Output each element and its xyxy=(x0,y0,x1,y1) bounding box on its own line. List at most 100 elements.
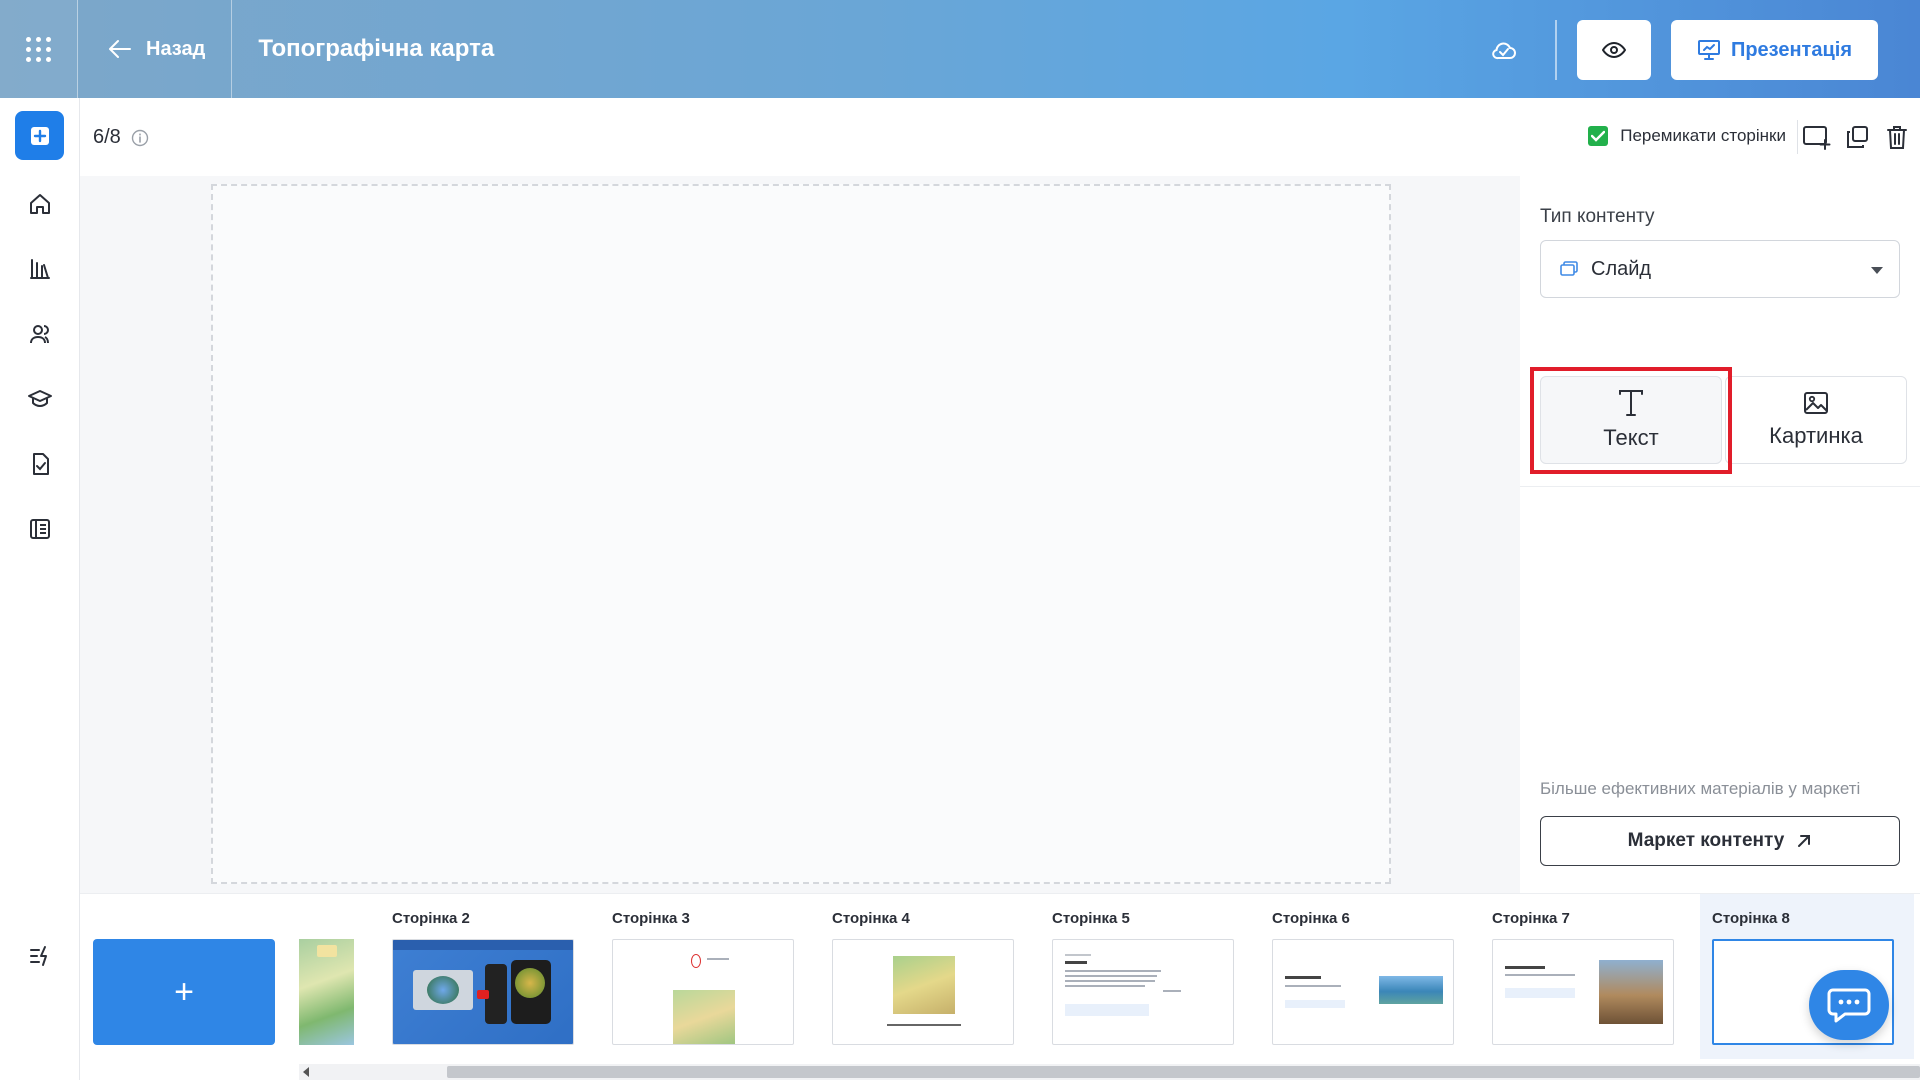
page-thumbnail[interactable] xyxy=(612,939,794,1045)
thumb-text-line xyxy=(1065,985,1145,987)
map-image xyxy=(673,990,735,1044)
content-type-value: Слайд xyxy=(1591,257,1652,280)
thumb-note-box xyxy=(1065,1004,1149,1016)
presentation-label: Презентація xyxy=(1730,38,1852,61)
library-icon xyxy=(30,259,50,279)
scrollbar-thumb[interactable] xyxy=(447,1066,1920,1078)
thumb-note-box xyxy=(1285,1000,1345,1008)
document-check-icon xyxy=(33,453,49,475)
header-divider xyxy=(1554,20,1557,80)
sidebar-item-library[interactable] xyxy=(26,255,54,283)
support-chat-button[interactable] xyxy=(1809,970,1889,1040)
thumb-text-line xyxy=(1065,970,1161,972)
delete-button[interactable] xyxy=(1882,122,1912,152)
sidebar-item-tasks[interactable] xyxy=(26,450,54,478)
arrow-left-icon xyxy=(109,40,131,58)
switch-pages-label: Перемикати сторінки xyxy=(1620,126,1786,145)
page-thumbnail[interactable] xyxy=(1492,939,1674,1045)
content-market-button[interactable]: Маркет контенту xyxy=(1540,816,1900,866)
copy-icon xyxy=(1847,126,1868,148)
trash-icon xyxy=(1887,126,1907,149)
create-button[interactable] xyxy=(15,111,64,160)
slide-icon xyxy=(1560,261,1578,276)
pin-icon xyxy=(691,954,701,968)
page-item-4[interactable]: Сторінка 4 xyxy=(820,894,1016,1059)
thumb-text-line xyxy=(1285,985,1341,987)
globe-image xyxy=(427,976,459,1004)
thumb-banner xyxy=(393,940,573,950)
page-item-6[interactable]: Сторінка 6 xyxy=(1260,894,1456,1059)
page-thumbnail[interactable] xyxy=(1052,939,1234,1045)
add-slide-icon xyxy=(1803,126,1831,150)
page-thumbnail[interactable] xyxy=(832,939,1014,1045)
editor-toolbar: 6/8 Перемикати сторінки xyxy=(80,98,1920,176)
pages-scrollbar[interactable] xyxy=(299,1064,1920,1080)
preview-button[interactable] xyxy=(1576,20,1651,80)
image-card-label: Картинка xyxy=(1769,423,1863,448)
sidebar-item-users[interactable] xyxy=(26,320,54,348)
back-button[interactable]: Назад xyxy=(78,0,233,98)
home-icon xyxy=(30,194,50,214)
canvas-area xyxy=(80,176,1606,893)
coat-of-arms-icon xyxy=(317,945,337,957)
chevron-down-icon xyxy=(1871,267,1883,274)
page-item-3[interactable]: Сторінка 3 xyxy=(600,894,796,1059)
market-button-label: Маркет контенту xyxy=(1627,830,1785,851)
cloud-sync-button[interactable] xyxy=(1479,25,1529,75)
scroll-left-icon[interactable] xyxy=(303,1067,309,1077)
page-item-7[interactable]: Сторінка 7 xyxy=(1480,894,1676,1059)
sea-image xyxy=(1379,976,1443,1004)
thumb-title-line xyxy=(1065,961,1087,964)
thumb-caption xyxy=(887,1024,961,1026)
page-thumbnail[interactable] xyxy=(392,939,574,1045)
page-title: Топографічна карта xyxy=(258,35,495,62)
left-sidebar xyxy=(0,98,80,1080)
globe-image xyxy=(515,968,545,998)
image-icon xyxy=(1804,392,1828,414)
highlight-box xyxy=(1530,367,1732,474)
eye-icon xyxy=(1601,42,1626,58)
panel-divider xyxy=(1520,486,1920,487)
sidebar-item-courses[interactable] xyxy=(26,385,54,413)
thumb-title-line xyxy=(1505,966,1545,969)
cloud-check-icon xyxy=(1492,42,1516,60)
sidebar-item-home[interactable] xyxy=(26,190,54,218)
tower-image xyxy=(1599,960,1663,1024)
thumb-note-box xyxy=(1505,988,1575,998)
content-type-select[interactable]: Слайд xyxy=(1540,240,1900,298)
page-item-5[interactable]: Сторінка 5 xyxy=(1040,894,1236,1059)
switch-pages-checkbox[interactable] xyxy=(1588,126,1609,146)
thumb-text-line xyxy=(1505,974,1575,976)
plus-square-icon xyxy=(30,126,49,145)
page-label: Сторінка 4 xyxy=(832,910,910,927)
slide-canvas[interactable] xyxy=(211,184,1391,884)
thumb-text-line xyxy=(1065,954,1091,956)
sidebar-item-updates[interactable] xyxy=(26,942,54,970)
switch-pages-toggle[interactable]: Перемикати сторінки xyxy=(1588,126,1786,146)
page-thumbnail[interactable] xyxy=(1272,939,1454,1045)
pages-strip: + Сторінка 2 Сторінка 3 Сторінка 4 Сторі… xyxy=(80,893,1920,1080)
page-thumbnail-partial[interactable] xyxy=(299,939,354,1045)
thumb-text-line xyxy=(707,958,729,960)
apps-menu-button[interactable] xyxy=(0,0,78,98)
map-image xyxy=(893,956,955,1014)
thumb-text-line xyxy=(1065,980,1155,982)
page-item-8[interactable]: Сторінка 8 xyxy=(1700,894,1914,1059)
add-slide-button[interactable] xyxy=(1802,122,1832,152)
arrow-up-right-icon xyxy=(1798,835,1811,847)
duplicate-button[interactable] xyxy=(1842,122,1872,152)
page-item-2[interactable]: Сторінка 2 xyxy=(380,894,576,1059)
content-type-label: Тип контенту xyxy=(1540,206,1655,227)
journal-icon xyxy=(30,519,50,539)
presentation-button[interactable]: Презентація xyxy=(1670,20,1878,80)
add-page-button[interactable]: + xyxy=(93,939,275,1045)
page-label: Сторінка 3 xyxy=(612,910,690,927)
chat-icon xyxy=(1827,988,1871,1023)
info-icon[interactable] xyxy=(131,129,149,147)
page-label: Сторінка 6 xyxy=(1272,910,1350,927)
page-counter-value: 6/8 xyxy=(93,126,121,148)
content-type-image-button[interactable]: Картинка xyxy=(1725,376,1907,464)
graduation-cap-icon xyxy=(28,390,52,407)
back-label: Назад xyxy=(146,37,206,60)
sidebar-item-journal[interactable] xyxy=(26,515,54,543)
